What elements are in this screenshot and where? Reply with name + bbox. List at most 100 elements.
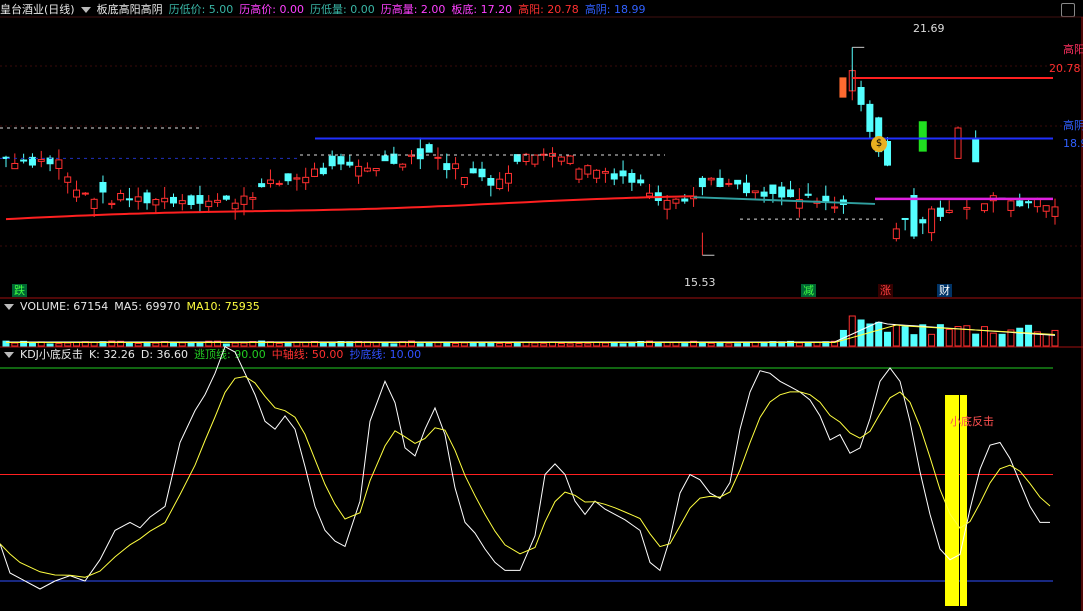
volume-bar: [557, 342, 565, 347]
price-panel[interactable]: [0, 46, 1059, 256]
candle-body: [910, 195, 918, 237]
candle-body: [963, 206, 971, 210]
candle-body: [646, 192, 654, 197]
candle-body: [857, 87, 865, 105]
candle-body: [681, 198, 689, 202]
volume-bar: [390, 343, 398, 347]
candle-body: [222, 195, 230, 200]
candle-body: [125, 198, 133, 201]
candle-body: [972, 137, 980, 163]
candle-body: [619, 170, 627, 177]
candle-body: [469, 168, 477, 174]
candle-body: [134, 196, 142, 202]
volume-bar: [945, 328, 953, 347]
candle-body: [628, 173, 636, 183]
volume-bar: [619, 343, 627, 347]
candle-body: [169, 196, 177, 204]
candle-body: [460, 176, 468, 185]
volume-bar: [64, 342, 72, 347]
candle-body: [742, 182, 750, 194]
candle-body: [954, 127, 962, 159]
candle-body: [196, 195, 204, 204]
candle-body: [751, 190, 759, 194]
candle-body: [284, 173, 292, 182]
candle-body: [161, 197, 169, 203]
candle-body: [1007, 200, 1015, 211]
candle-body: [716, 177, 724, 187]
candle-body: [355, 165, 363, 177]
min-low-label: 15.53: [684, 276, 716, 289]
candle-body: [266, 179, 274, 185]
candle-body: [346, 161, 354, 166]
candle-body: [319, 167, 327, 175]
candle-body: [240, 195, 248, 205]
volume-bar: [275, 342, 283, 347]
candle-body: [1025, 201, 1033, 204]
ma-line-red: [5, 195, 694, 221]
volume-bar: [795, 342, 803, 347]
candle-body: [452, 163, 460, 170]
candle-body: [434, 156, 442, 159]
ma-line-teal: [693, 196, 876, 205]
candle-body: [293, 177, 301, 180]
candle-body: [778, 186, 786, 198]
candle-body: [672, 198, 680, 204]
volume-bar: [478, 342, 486, 347]
candle-body: [831, 206, 839, 209]
candle-body: [637, 179, 645, 184]
candle-body: [178, 200, 186, 205]
candle-body: [698, 177, 706, 188]
volume-bar: [857, 319, 865, 347]
candle-body: [478, 168, 486, 178]
candle-body: [593, 169, 601, 179]
candle-body: [231, 202, 239, 210]
volume-bar: [663, 341, 671, 347]
volume-bar: [998, 333, 1006, 347]
candle-body: [311, 168, 319, 177]
chart-canvas[interactable]: [0, 0, 1083, 611]
volume-bar: [1042, 333, 1050, 347]
volume-bar: [910, 334, 918, 347]
volume-bar: [566, 343, 574, 347]
volume-bar: [231, 342, 239, 347]
volume-bar: [284, 342, 292, 347]
candle-body: [928, 208, 936, 234]
candle-body: [275, 182, 283, 185]
volume-bar: [681, 343, 689, 347]
max-high-label: 21.69: [913, 22, 945, 35]
kdj-panel[interactable]: [0, 345, 1053, 606]
volume-panel[interactable]: [2, 315, 1059, 347]
candle-body: [64, 176, 72, 183]
candle-body: [55, 159, 63, 169]
signal-block-green: [918, 121, 927, 152]
signal-block-red: [839, 77, 847, 98]
volume-bar: [654, 342, 662, 347]
candle-body: [566, 155, 574, 164]
candle-body: [725, 182, 733, 185]
d-line: [0, 375, 1051, 578]
volume-bar: [469, 342, 477, 347]
candle-body: [363, 167, 371, 172]
volume-bar: [980, 326, 988, 347]
volume-bar: [989, 332, 997, 347]
volume-bar: [152, 342, 160, 347]
candle-body: [81, 192, 89, 195]
gaoyin-name: 高阴: [1063, 119, 1083, 132]
candle-body: [11, 162, 19, 170]
volume-bar: [460, 342, 468, 347]
candle-body: [901, 217, 909, 220]
candle-body: [399, 163, 407, 168]
candle-body: [575, 168, 583, 180]
candle-body: [513, 154, 521, 162]
candle-body: [152, 199, 160, 206]
gaoyang-name: 高阳: [1063, 43, 1083, 56]
volume-bar: [222, 343, 230, 347]
volume-bar: [125, 342, 133, 347]
gaoyang-value: 20.78: [1049, 62, 1081, 75]
candle-body: [381, 155, 389, 162]
volume-bar: [496, 343, 504, 347]
candle-body: [487, 177, 495, 186]
volume-bar: [1051, 329, 1059, 347]
candle-body: [425, 144, 433, 153]
candle-body: [443, 163, 451, 171]
